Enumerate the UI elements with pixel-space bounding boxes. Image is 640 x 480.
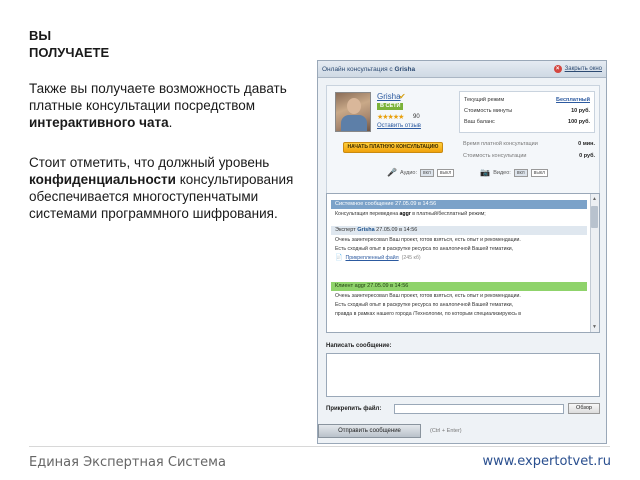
client-message: Клиент aggr 27.05.09 в 14:56 Очень заинт… [331, 282, 587, 320]
sys-pre: Консультация переведена [335, 211, 400, 217]
close-window-button[interactable]: × Закрыть окно [553, 65, 602, 73]
attachment: 📄 Прикрепленный файл (245 кб) [335, 254, 583, 263]
slide-heading: ВЫ ПОЛУЧАЕТЕ [29, 27, 149, 61]
stat-label: Ваш баланс [464, 119, 495, 125]
file-icon: 📄 [335, 255, 343, 261]
video-control: 📷 Видео: вкл выкл [480, 168, 549, 177]
title-name: Grisha [394, 66, 416, 73]
avatar [335, 92, 371, 132]
client-message-header: Клиент aggr 27.05.09 в 14:56 [331, 282, 587, 291]
cli-line: Очень заинтересовал Ваш проект, готов вз… [335, 293, 521, 299]
rating-stars: ★★★★★ [377, 114, 404, 121]
heading-line-2: ПОЛУЧАЕТЕ [29, 45, 110, 60]
online-status-badge: В СЕТИ [377, 103, 404, 110]
heading-line-1: ВЫ [29, 28, 52, 43]
exp-line: Есть сходный опыт в раскрутке ресурса по… [335, 246, 514, 252]
stat-label: Время платной консультации [463, 141, 538, 147]
rating-count: 90 [413, 114, 420, 120]
audio-on-toggle[interactable]: вкл [420, 168, 434, 177]
file-path-input[interactable] [394, 404, 564, 414]
cli-line: Есть сходный опыт в раскрутке ресурса по… [335, 302, 514, 308]
system-message: Системное сообщение 27.05.09 в 14:56 Кон… [331, 200, 587, 220]
p2-bold: конфиденциальности [29, 172, 176, 187]
widget-titlebar: Онлайн консультация с Grisha × Закрыть о… [318, 61, 606, 78]
leave-review-link[interactable]: Оставить отзыв [377, 123, 421, 129]
audio-video-controls: 🎤 Аудио: вкл выкл 📷 Видео: вкл выкл [387, 168, 587, 177]
browse-button[interactable]: Обзор [568, 403, 600, 414]
audio-off-toggle[interactable]: выкл [436, 168, 455, 177]
stat-value: 100 руб. [568, 119, 590, 125]
exp-time: 27.05.09 в 14:56 [374, 227, 418, 233]
sys-user: aggr [399, 211, 411, 217]
footer-company: Единая Экспертная Система [29, 455, 226, 470]
exp-label: Эксперт [335, 227, 358, 233]
paragraph-chat: Также вы получаете возможность давать пл… [29, 80, 299, 131]
video-on-toggle[interactable]: вкл [513, 168, 528, 177]
chat-scrollbar[interactable]: ▲ ▼ [590, 194, 599, 332]
write-message-label: Написать сообщение: [326, 343, 392, 349]
chat-log[interactable]: Системное сообщение 27.05.09 в 14:56 Кон… [326, 193, 600, 333]
footer-divider [29, 446, 610, 447]
stat-label: Стоимость консультации [463, 153, 527, 159]
scroll-up-arrow-icon[interactable]: ▲ [591, 195, 598, 203]
client-message-body: Очень заинтересовал Ваш проект, готов вз… [331, 291, 587, 320]
cli-line: правда в рамках нашего города /Технологи… [335, 311, 522, 317]
stat-label: Текущий режим [464, 97, 505, 103]
message-textarea[interactable] [326, 353, 600, 397]
send-shortcut-hint: (Ctrl + Enter) [430, 428, 462, 434]
scroll-thumb[interactable] [591, 206, 598, 228]
stat-value[interactable]: Бесплатный [556, 95, 590, 106]
stat-value: 0 мин. [578, 141, 595, 147]
expert-message-body: Очень заинтересовал Ваш проект, готов вз… [331, 235, 587, 264]
expert-profile-panel: Grisha ✔ В СЕТИ ★★★★★ 90 Оставить отзыв … [326, 85, 600, 205]
video-off-toggle[interactable]: выкл [530, 168, 549, 177]
attach-file-label: Прикрепить файл: [326, 406, 382, 412]
start-paid-consultation-button[interactable]: НАЧАТЬ ПЛАТНУЮ КОНСУЛЬТАЦИЮ [343, 142, 443, 153]
expert-message-header: Эксперт Grisha 27.05.09 в 14:56 [331, 226, 587, 235]
widget-title: Онлайн консультация с Grisha [322, 66, 415, 73]
exp-name: Grisha [357, 227, 375, 233]
audio-control: 🎤 Аудио: вкл выкл [387, 168, 455, 177]
sys-post: в платный/бесплатный режим; [410, 211, 486, 217]
paragraph-confidentiality: Стоит отметить, что должный уровень конф… [29, 154, 299, 222]
stat-row: Стоимость минуты 10 руб. [464, 106, 590, 117]
stat-value: 10 руб. [571, 108, 590, 114]
stat-label: Стоимость минуты [464, 108, 513, 114]
video-label: Видео: [493, 169, 511, 176]
pricing-stats-box: Текущий режим Бесплатный Стоимость минуты… [459, 91, 595, 133]
close-icon: × [553, 65, 562, 73]
microphone-icon: 🎤 [387, 168, 397, 177]
camera-icon: 📷 [480, 168, 491, 177]
p1-bold: интерактивного чата [29, 115, 169, 130]
exp-line: Очень заинтересовал Ваш проект, готов вз… [335, 237, 521, 243]
p2-text: Стоит отметить, что должный уровень [29, 155, 270, 170]
p1-text: Также вы получаете возможность давать пл… [29, 81, 287, 113]
system-message-header: Системное сообщение 27.05.09 в 14:56 [331, 200, 587, 209]
attachment-size: (245 кб) [401, 255, 421, 261]
consultation-time-stats: Время платной консультации 0 мин. Стоимос… [463, 138, 595, 162]
system-message-body: Консультация переведена aggr в платный/б… [331, 209, 587, 220]
send-message-button[interactable]: Отправить сообщение [318, 424, 421, 438]
title-prefix: Онлайн консультация с [322, 66, 395, 73]
stat-value: 0 руб. [579, 153, 595, 159]
verified-check-icon: ✔ [399, 92, 406, 101]
attachment-link[interactable]: Прикрепленный файл [345, 254, 398, 263]
avatar-body [341, 115, 367, 131]
stat-row: Текущий режим Бесплатный [464, 95, 590, 106]
p1-end: . [168, 115, 173, 130]
stat-row: Стоимость консультации 0 руб. [463, 150, 595, 162]
audio-label: Аудио: [399, 169, 418, 176]
footer-url[interactable]: www.expertotvet.ru [482, 454, 611, 469]
scroll-down-arrow-icon[interactable]: ▼ [591, 323, 598, 331]
expert-name[interactable]: Grisha [377, 92, 401, 101]
close-label: Закрыть окно [564, 66, 602, 72]
stat-row: Время платной консультации 0 мин. [463, 138, 595, 150]
expert-message: Эксперт Grisha 27.05.09 в 14:56 Очень за… [331, 226, 587, 264]
avatar-head [347, 98, 361, 114]
stat-row: Ваш баланс 100 руб. [464, 117, 590, 128]
chat-widget-screenshot: Онлайн консультация с Grisha × Закрыть о… [317, 60, 607, 444]
